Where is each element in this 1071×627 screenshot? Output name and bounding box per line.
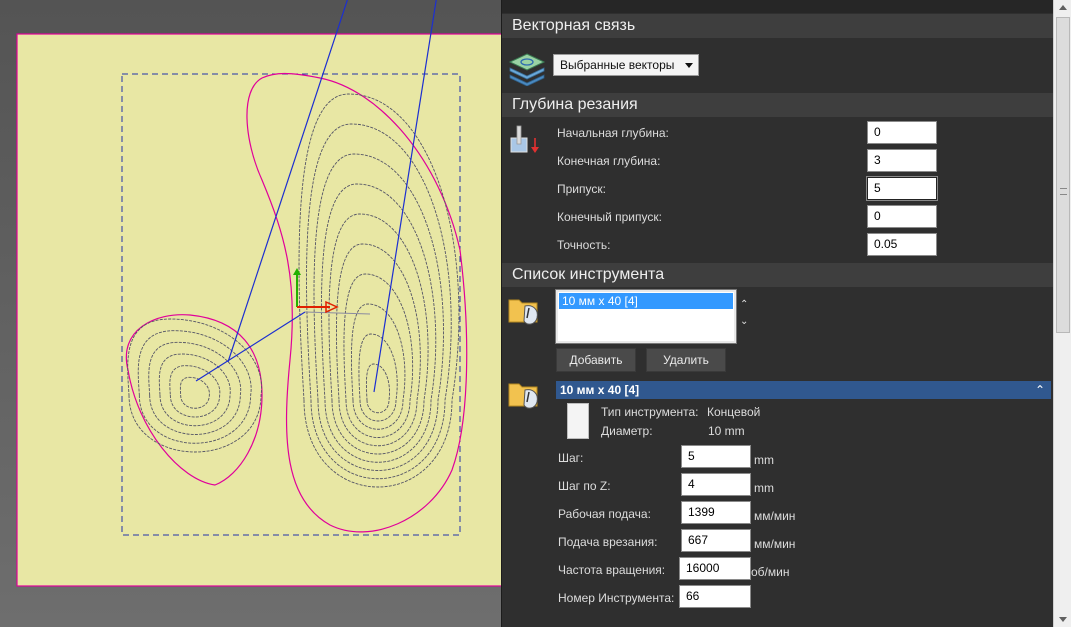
start-depth-input[interactable]: 0 — [867, 121, 937, 144]
grip-icon — [1060, 188, 1067, 195]
tool-detail-title: 10 мм x 40 [4] — [560, 383, 640, 397]
chevron-down-icon[interactable]: ⌄ — [740, 316, 748, 327]
chevron-down-icon — [685, 63, 693, 68]
step-input[interactable]: 5 — [681, 445, 751, 468]
accuracy-input[interactable]: 0.05 — [867, 233, 937, 256]
section-vector-link-header: Векторная связь — [502, 14, 1053, 38]
start-depth-label: Начальная глубина: — [557, 126, 669, 140]
end-depth-input[interactable]: 3 — [867, 149, 937, 172]
zstep-unit: mm — [754, 481, 774, 495]
tool-folder-icon — [508, 299, 538, 325]
feed-unit: мм/мин — [754, 509, 796, 523]
cut-depth-icon — [510, 125, 539, 153]
scroll-down-icon[interactable] — [1059, 617, 1067, 622]
remove-tool-button[interactable]: Удалить — [646, 348, 726, 372]
feed-label: Рабочая подача: — [558, 507, 651, 521]
spindle-unit: об/мин — [751, 565, 790, 579]
spindle-input[interactable]: 16000 — [679, 557, 751, 580]
tool-list-item[interactable]: 10 мм x 40 [4] — [559, 293, 733, 309]
tool-detail-header[interactable]: 10 мм x 40 [4] ⌃ — [556, 381, 1051, 399]
vector-mode-dropdown[interactable]: Выбранные векторы — [553, 54, 699, 76]
chevron-up-icon[interactable]: ⌃ — [1035, 381, 1045, 399]
plunge-label: Подача врезания: — [558, 535, 658, 549]
tool-diameter-value: 10 mm — [708, 424, 745, 438]
add-tool-button[interactable]: Добавить — [556, 348, 636, 372]
tool-type-value: Концевой — [707, 405, 761, 419]
allowance-label: Припуск: — [557, 182, 606, 196]
end-depth-label: Конечная глубина: — [557, 154, 661, 168]
accuracy-label: Точность: — [557, 238, 611, 252]
step-unit: mm — [754, 453, 774, 467]
tool-listbox[interactable]: 10 мм x 40 [4] — [555, 289, 737, 344]
layers-vector-icon — [508, 53, 546, 86]
feed-input[interactable]: 1399 — [681, 501, 751, 524]
properties-panel: Векторная связь Выбранные векторы Глубин… — [501, 0, 1071, 627]
end-mill-icon — [567, 403, 589, 439]
tool-number-input[interactable]: 66 — [679, 585, 751, 608]
scroll-up-icon[interactable] — [1059, 5, 1067, 10]
final-allowance-label: Конечный припуск: — [557, 210, 662, 224]
vector-mode-value: Выбранные векторы — [560, 58, 675, 72]
section-tool-list-header: Список инструмента — [502, 263, 1053, 287]
final-allowance-input[interactable]: 0 — [867, 205, 937, 228]
zstep-input[interactable]: 4 — [681, 473, 751, 496]
tool-folder-icon — [508, 383, 538, 409]
plunge-input[interactable]: 667 — [681, 529, 751, 552]
zstep-label: Шаг по Z: — [558, 479, 611, 493]
tool-type-label: Тип инструмента: — [601, 405, 699, 419]
tool-diameter-label: Диаметр: — [601, 424, 653, 438]
scrollbar-thumb[interactable] — [1056, 17, 1070, 333]
chevron-up-icon[interactable]: ⌃ — [740, 299, 748, 310]
tool-number-label: Номер Инструмента: — [558, 591, 675, 605]
plunge-unit: мм/мин — [754, 537, 796, 551]
material-sheet — [16, 33, 508, 587]
section-cut-depth-header: Глубина резания — [502, 93, 1053, 117]
panel-top-strip — [502, 0, 1053, 13]
spindle-label: Частота вращения: — [558, 563, 666, 577]
allowance-input[interactable]: 5 — [866, 176, 938, 201]
panel-scrollbar[interactable] — [1053, 0, 1071, 627]
step-label: Шаг: — [558, 451, 584, 465]
